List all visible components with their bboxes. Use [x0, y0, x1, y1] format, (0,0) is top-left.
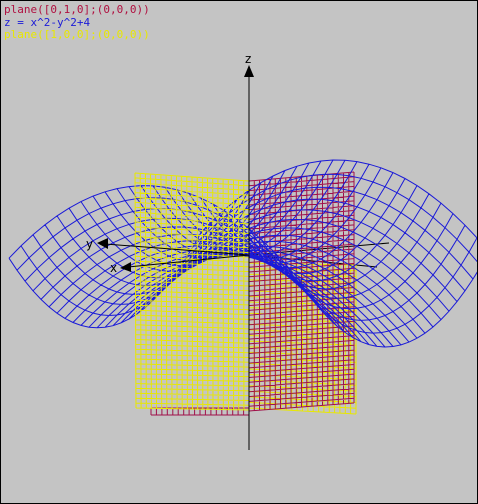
3d-plot[interactable]: z x y — [1, 1, 477, 503]
plane-yz-front — [134, 172, 250, 411]
legend-entry-plane-yz: plane([1,0,0];(0,0,0)) — [4, 28, 150, 41]
z-axis-label: z — [245, 52, 251, 66]
x-axis-label: x — [110, 261, 117, 275]
z-axis-arrowhead — [244, 65, 254, 77]
legend-entry-plane-xz: plane([0,1,0];(0,0,0)) — [4, 3, 150, 16]
plot-canvas[interactable]: plane([0,1,0];(0,0,0)) z = x^2-y^2+4 pla… — [0, 0, 478, 504]
legend: plane([0,1,0];(0,0,0)) z = x^2-y^2+4 pla… — [4, 3, 150, 42]
y-axis-label: y — [86, 237, 93, 251]
plane-yz-front-grid — [134, 172, 250, 411]
